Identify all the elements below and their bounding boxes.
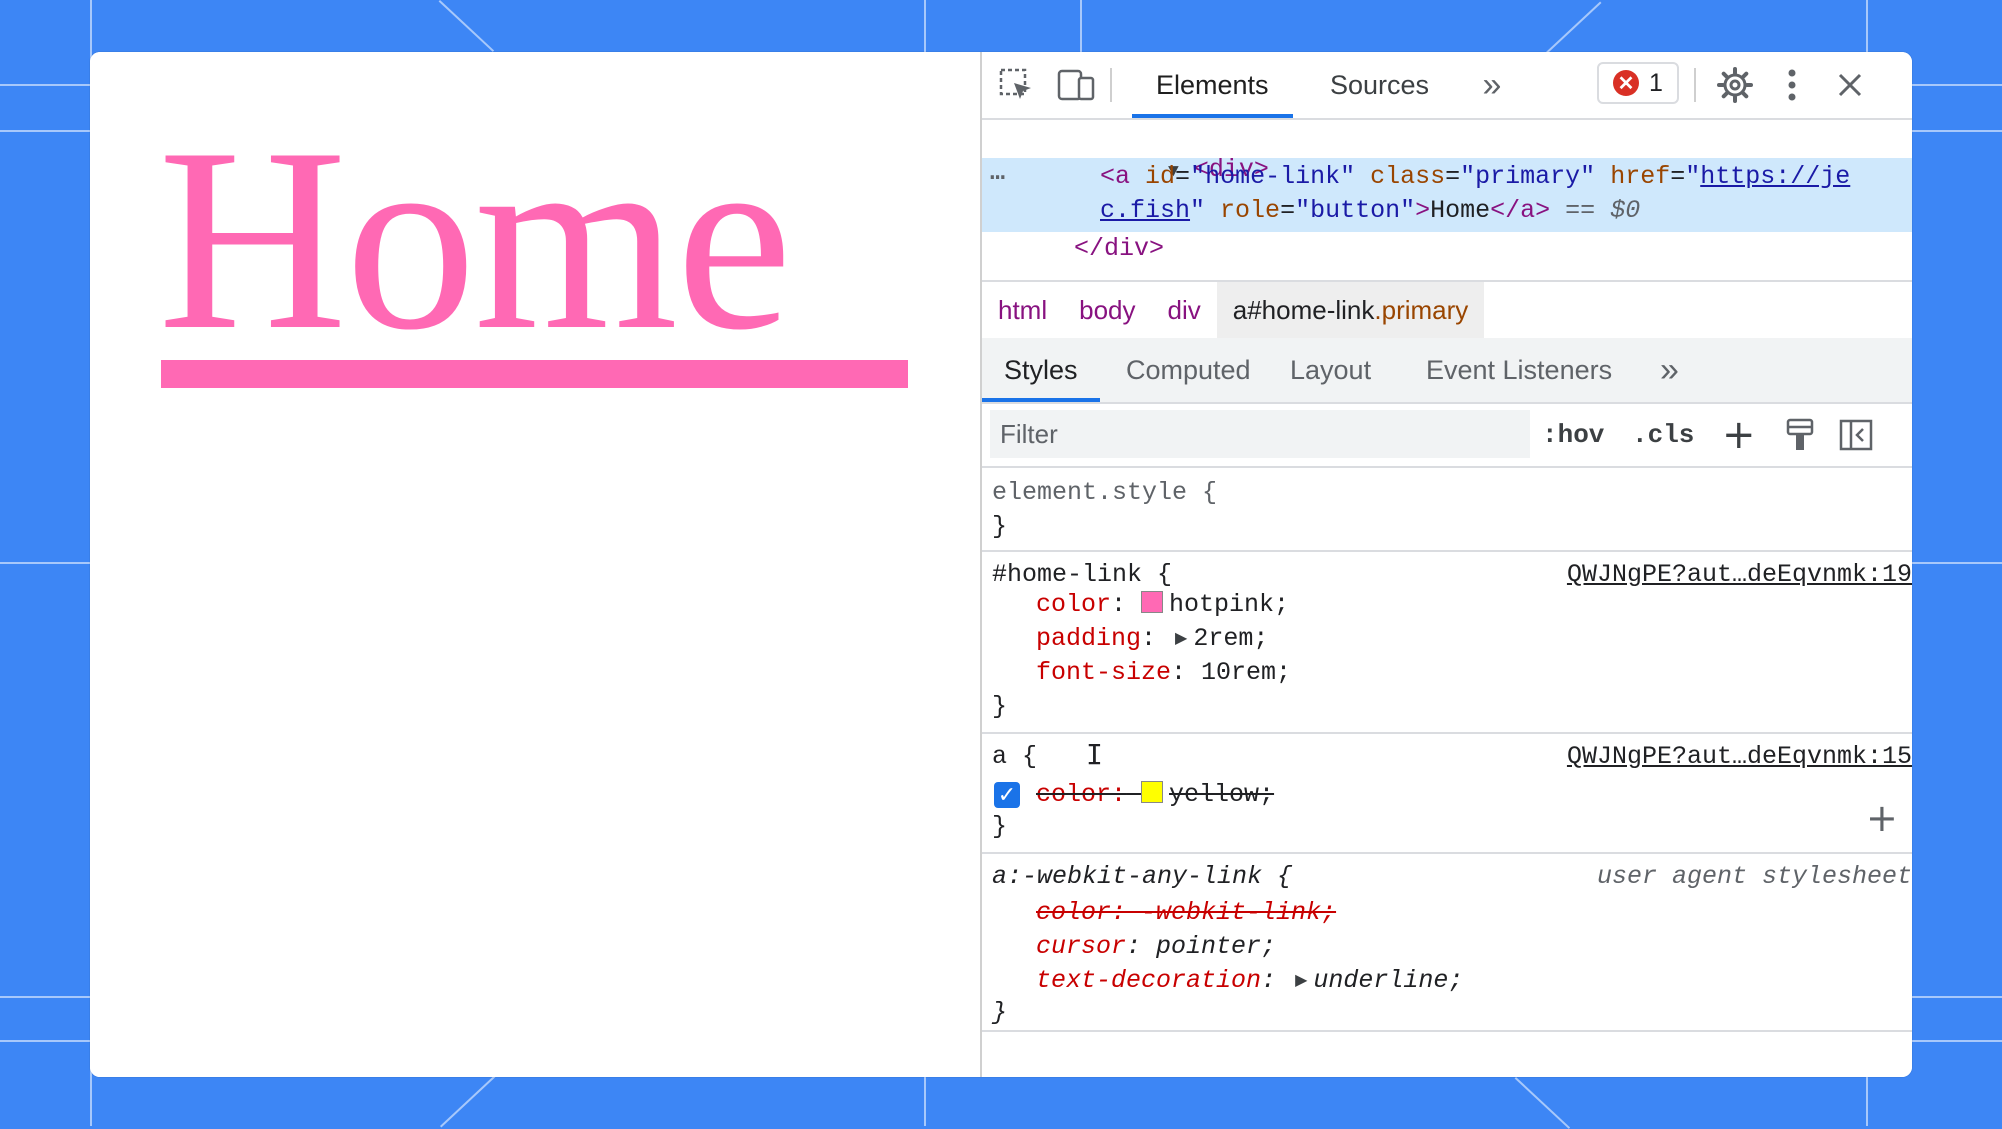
href-link[interactable]: https://je — [1700, 162, 1850, 191]
close-icon[interactable] — [1828, 52, 1872, 118]
declaration-color[interactable]: color: hotpink; — [1036, 590, 1289, 619]
styles-filter-row: :hov .cls + — [982, 404, 1912, 468]
rule-selector[interactable]: a:-webkit-any-link { — [992, 862, 1292, 891]
blueprint-line — [440, 1075, 496, 1128]
home-link-underline — [161, 360, 908, 388]
href-link-cont[interactable]: c.fish — [1100, 196, 1190, 225]
breadcrumb-html[interactable]: html — [982, 282, 1063, 338]
styles-subtabs: Styles Computed Layout Event Listeners » — [982, 338, 1912, 404]
toggle-sidebar-icon[interactable] — [1834, 404, 1878, 466]
tab-computed[interactable]: Computed — [1104, 338, 1273, 402]
dom-node-a-line1[interactable]: <a id="home-link" class="primary" href="… — [1100, 162, 1850, 191]
rule-home-link: #home-link { QWJNgPE?aut…deEqvnmk:19 col… — [982, 552, 1912, 734]
breadcrumb-a-home-link[interactable]: a#home-link .primary — [1216, 282, 1485, 338]
toolbar-separator — [1694, 68, 1696, 102]
tab-sources[interactable]: Sources — [1306, 52, 1453, 118]
color-swatch[interactable] — [1141, 591, 1164, 613]
kebab-menu-icon[interactable] — [1772, 52, 1812, 118]
text-cursor-icon: I — [1086, 738, 1103, 771]
tab-styles[interactable]: Styles — [982, 338, 1100, 402]
tab-elements[interactable]: Elements — [1132, 52, 1293, 118]
rule-close-brace: } — [992, 812, 1008, 841]
dom-node-a-line2[interactable]: c.fish" role="button">Home</a> == $0 — [1100, 196, 1640, 225]
blueprint-line — [1514, 1077, 1571, 1129]
rule-source-link[interactable]: QWJNgPE?aut…deEqvnmk:19 — [1567, 560, 1912, 589]
more-tabs-chevron-icon[interactable]: » — [1472, 52, 1512, 118]
cls-toggle[interactable]: .cls — [1632, 404, 1694, 466]
tab-event-listeners[interactable]: Event Listeners — [1404, 338, 1634, 402]
dom-tree: ▼ <div> … <a id="home-link" class="prima… — [982, 120, 1912, 270]
devtools-panel: Elements Sources » ✕ 1 ▼ <div> … <a id="… — [980, 52, 1912, 1077]
declaration-cursor[interactable]: cursor: pointer; — [1036, 932, 1276, 961]
declaration-font-size[interactable]: font-size: 10rem; — [1036, 658, 1291, 687]
paint-brush-icon[interactable] — [1778, 404, 1822, 466]
blueprint-line — [1546, 1, 1602, 54]
inspect-element-icon[interactable] — [990, 52, 1042, 118]
rule-source-link[interactable]: QWJNgPE?aut…deEqvnmk:15 — [1567, 742, 1912, 771]
rule-selector[interactable]: element.style { — [992, 478, 1217, 507]
error-count: 1 — [1649, 68, 1663, 97]
rule-selector[interactable]: a { — [992, 742, 1037, 771]
dom-node-div-close[interactable]: </div> — [1074, 234, 1164, 263]
page-viewport: Home — [90, 52, 980, 1077]
declaration-color-overridden[interactable]: color: yellow; — [1036, 780, 1274, 809]
rule-webkit-any-link: a:-webkit-any-link { user agent styleshe… — [982, 854, 1912, 1032]
declaration-padding[interactable]: padding: ▶ 2rem; — [1036, 624, 1268, 653]
breadcrumb-div[interactable]: div — [1152, 282, 1217, 338]
blueprint-line — [438, 0, 495, 52]
rule-a: a { I QWJNgPE?aut…deEqvnmk:15 ✓ color: y… — [982, 734, 1912, 854]
error-icon: ✕ — [1613, 70, 1640, 96]
declaration-checkbox[interactable]: ✓ — [994, 782, 1020, 808]
expand-triangle-icon[interactable]: ▶ — [1295, 970, 1307, 990]
declaration-text-decoration[interactable]: text-decoration: ▶ underline; — [1036, 966, 1463, 995]
expand-triangle-icon[interactable]: ▶ — [1175, 628, 1187, 648]
declaration-color-overridden[interactable]: color: -webkit-link; — [1036, 898, 1336, 927]
rule-close-brace: } — [992, 998, 1008, 1027]
gear-icon[interactable] — [1710, 52, 1760, 118]
browser-window: Home Elements Sources » ✕ 1 ▼ <div> … <a… — [90, 52, 1912, 1077]
add-declaration-icon[interactable]: + — [1866, 796, 1898, 840]
breadcrumb: html body div a#home-link .primary — [982, 280, 1912, 340]
rule-element-style: element.style { } — [982, 468, 1912, 552]
styles-filter-input[interactable] — [990, 410, 1530, 458]
home-link[interactable]: Home — [158, 108, 792, 370]
tab-layout[interactable]: Layout — [1268, 338, 1393, 402]
rule-close-brace: } — [992, 512, 1008, 541]
rule-close-brace: } — [992, 692, 1008, 721]
hov-toggle[interactable]: :hov — [1542, 404, 1604, 466]
user-agent-stylesheet-label: user agent stylesheet — [1596, 862, 1912, 891]
more-subtabs-chevron-icon[interactable]: » — [1638, 338, 1701, 402]
breadcrumb-body[interactable]: body — [1063, 282, 1151, 338]
color-swatch[interactable] — [1141, 781, 1164, 803]
blueprint-line — [1080, 0, 1082, 52]
error-count-badge[interactable]: ✕ 1 — [1597, 62, 1679, 104]
rule-selector[interactable]: #home-link { — [992, 560, 1172, 589]
new-style-rule-icon[interactable]: + — [1722, 404, 1756, 466]
node-actions-ellipsis[interactable]: … — [990, 158, 1005, 187]
toolbar-separator — [1110, 68, 1112, 102]
device-toolbar-icon[interactable] — [1050, 52, 1102, 118]
devtools-toolbar: Elements Sources » ✕ 1 — [982, 52, 1912, 120]
